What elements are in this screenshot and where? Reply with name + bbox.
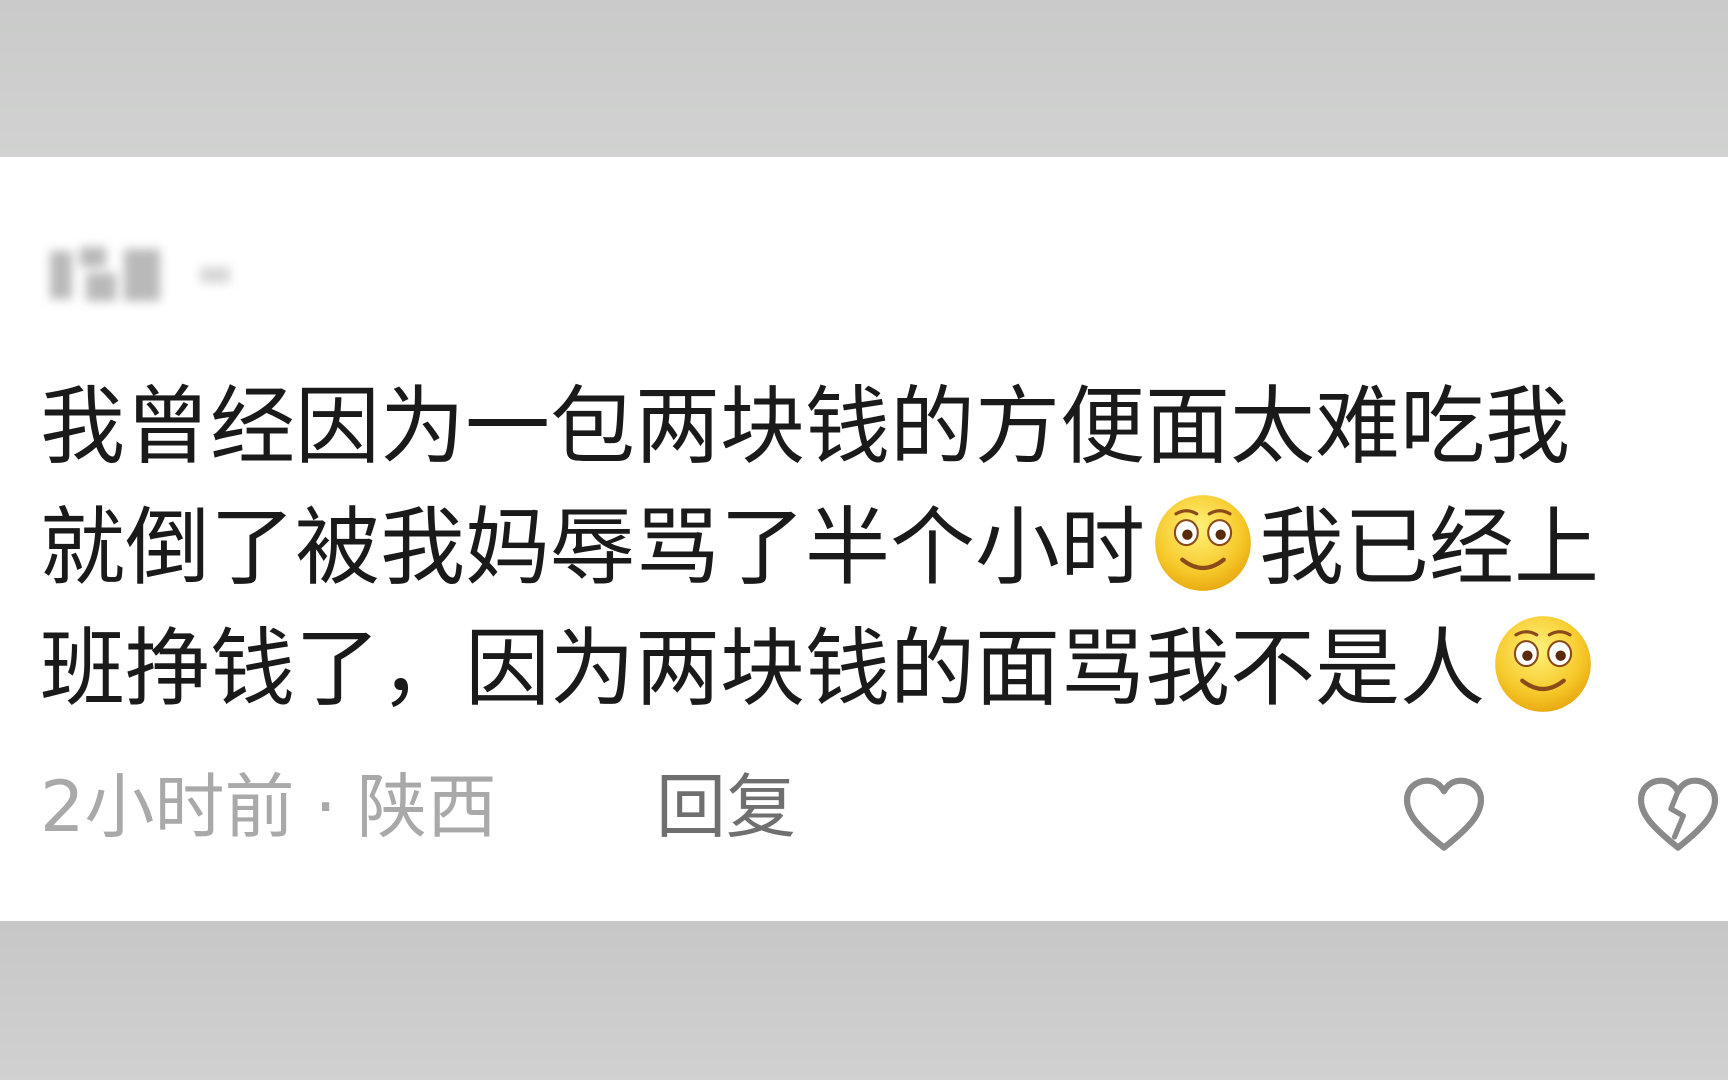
comment-line-2: 就倒了被我妈辱骂了半个小时 我已经上 [40,488,1690,609]
comment-line-1: 我曾经因为一包两块钱的方便面太难吃我 [40,367,1690,488]
comment-card: 我曾经因为一包两块钱的方便面太难吃我 就倒了被我妈辱骂了半个小时 我已经上 班挣… [0,157,1728,921]
comment-text: 我曾经因为一包两块钱的方便面太难吃我 就倒了被我妈辱骂了半个小时 我已经上 班挣… [40,367,1690,730]
meta-separator: · [314,766,337,848]
comment-time: 2小时前 [40,766,295,848]
reply-button[interactable]: 回复 [656,762,796,852]
background-top-band [0,0,1728,157]
comment-meta: 2小时前 · 陕西 [40,762,497,852]
comment-line-3: 班挣钱了，因为两块钱的面骂我不是人 [40,609,1690,730]
comment-line-2-text-after: 我已经上 [1259,499,1600,598]
smile-emoji-icon [1155,495,1251,591]
heart-outline-icon[interactable] [1400,775,1488,855]
comment-location: 陕西 [356,766,497,848]
comment-line-1-text: 我曾经因为一包两块钱的方便面太难吃我 [40,378,1571,477]
username-blurred [50,245,230,305]
background-bottom-band [0,921,1728,1080]
smile-emoji-icon [1495,616,1591,712]
comment-line-3-text: 班挣钱了，因为两块钱的面骂我不是人 [40,620,1486,719]
comment-line-2-text-before: 就倒了被我妈辱骂了半个小时 [40,499,1146,598]
broken-heart-icon[interactable] [1634,775,1722,855]
